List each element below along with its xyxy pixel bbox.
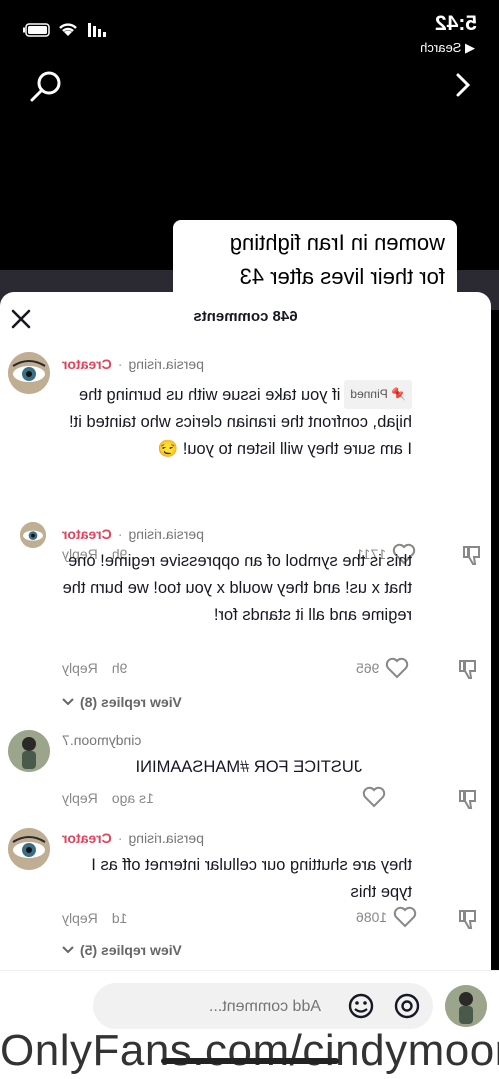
person-avatar-icon bbox=[445, 985, 487, 1027]
view-replies-button[interactable]: View replies (8) bbox=[62, 694, 182, 710]
reply-button[interactable]: Reply bbox=[62, 910, 98, 926]
like-button[interactable] bbox=[356, 786, 386, 808]
comment-time: 1d bbox=[111, 910, 128, 926]
eye-avatar-icon bbox=[8, 352, 50, 394]
heart-icon[interactable] bbox=[385, 657, 409, 679]
view-replies-button[interactable]: View replies (5) bbox=[62, 942, 182, 958]
pinned-badge: 📌 Pinned bbox=[344, 380, 412, 409]
status-icons bbox=[22, 22, 106, 37]
avatar[interactable] bbox=[20, 522, 46, 548]
comments-sheet: 648 comments persia.rising·Creator 📌 Pin… bbox=[0, 292, 491, 972]
username-text[interactable]: persia.rising bbox=[128, 526, 203, 542]
avatar[interactable] bbox=[8, 352, 50, 394]
comment-input-box[interactable] bbox=[93, 983, 433, 1031]
comment-meta: 9h Reply bbox=[62, 660, 127, 676]
back-to-app-link[interactable]: ◀ Search bbox=[420, 40, 475, 56]
comment-username[interactable]: cindymoon.7 bbox=[62, 732, 141, 748]
my-avatar[interactable] bbox=[445, 985, 487, 1027]
like-count: 965 bbox=[356, 660, 380, 676]
view-replies-label[interactable]: View replies (8) bbox=[80, 694, 182, 710]
reply-button[interactable]: Reply bbox=[62, 660, 98, 676]
comment-time: 1s ago bbox=[111, 790, 154, 806]
creator-badge: Creator bbox=[62, 526, 112, 542]
avatar[interactable] bbox=[8, 730, 50, 772]
comment-text: 📌 Pinnedif you take issue with us burnin… bbox=[62, 380, 412, 463]
comment-meta: 1s ago Reply bbox=[62, 790, 154, 806]
status-bar: 5:42 ◀ Search bbox=[0, 0, 499, 60]
dislike-icon[interactable] bbox=[457, 658, 479, 680]
comments-count-title: 648 comments bbox=[193, 308, 298, 325]
chevron-down-icon bbox=[62, 698, 74, 706]
battery-icon bbox=[23, 22, 50, 37]
creator-badge: Creator bbox=[62, 356, 112, 372]
close-icon[interactable] bbox=[8, 306, 34, 332]
dislike-icon[interactable] bbox=[457, 908, 479, 930]
eye-avatar-icon bbox=[8, 828, 50, 870]
comment-body: JUSTICE FOR #MAHSAAMINI bbox=[135, 758, 362, 776]
search-icon[interactable] bbox=[28, 68, 64, 104]
mirrored-screen: 5:42 ◀ Search women in Iran fighting for… bbox=[0, 0, 499, 1079]
chevron-down-icon bbox=[62, 946, 74, 954]
wifi-icon bbox=[59, 23, 77, 36]
caption-line-2: for their lives after 43 bbox=[239, 264, 445, 289]
avatar[interactable] bbox=[8, 828, 50, 870]
input-icons bbox=[347, 992, 421, 1020]
comment-body: this is the symbol of an oppressive regi… bbox=[62, 552, 412, 624]
back-chevron-icon[interactable] bbox=[447, 70, 477, 100]
signal-icon bbox=[88, 22, 106, 37]
view-replies-label[interactable]: View replies (5) bbox=[80, 942, 182, 958]
reply-button[interactable]: Reply bbox=[62, 790, 98, 806]
like-button[interactable]: 1086 bbox=[356, 906, 417, 928]
emoji-icon[interactable] bbox=[347, 992, 375, 1020]
comment-time: 9h bbox=[111, 660, 128, 676]
person-avatar-icon bbox=[8, 730, 50, 772]
comment-username[interactable]: persia.rising·Creator bbox=[62, 830, 204, 846]
video-caption: women in Iran fighting for their lives a… bbox=[173, 220, 457, 300]
watermark-text: OnlyFans.com/cindymoon bbox=[0, 1026, 499, 1075]
username-text[interactable]: persia.rising bbox=[128, 830, 203, 846]
dislike-icon[interactable] bbox=[457, 788, 479, 810]
heart-icon[interactable] bbox=[362, 786, 386, 808]
creator-badge: Creator bbox=[62, 830, 112, 846]
status-time: 5:42 bbox=[434, 12, 477, 35]
dislike-icon[interactable] bbox=[461, 544, 483, 566]
home-indicator[interactable] bbox=[161, 1058, 339, 1064]
like-button[interactable]: 965 bbox=[356, 657, 409, 679]
heart-icon[interactable] bbox=[393, 906, 417, 928]
eye-avatar-icon bbox=[20, 522, 46, 548]
comment-username[interactable]: persia.rising·Creator bbox=[62, 526, 204, 542]
username-text[interactable]: persia.rising bbox=[128, 356, 203, 372]
username-text[interactable]: cindymoon.7 bbox=[62, 732, 141, 748]
comment-username[interactable]: persia.rising·Creator bbox=[62, 356, 204, 372]
like-count: 1086 bbox=[356, 909, 388, 925]
comment-input[interactable] bbox=[99, 983, 323, 1031]
comment-meta: 1d Reply bbox=[62, 910, 127, 926]
mention-icon[interactable] bbox=[393, 992, 421, 1020]
caption-line-1: women in Iran fighting bbox=[229, 230, 445, 255]
comment-body: they are shutting our cellular internet … bbox=[91, 856, 412, 901]
